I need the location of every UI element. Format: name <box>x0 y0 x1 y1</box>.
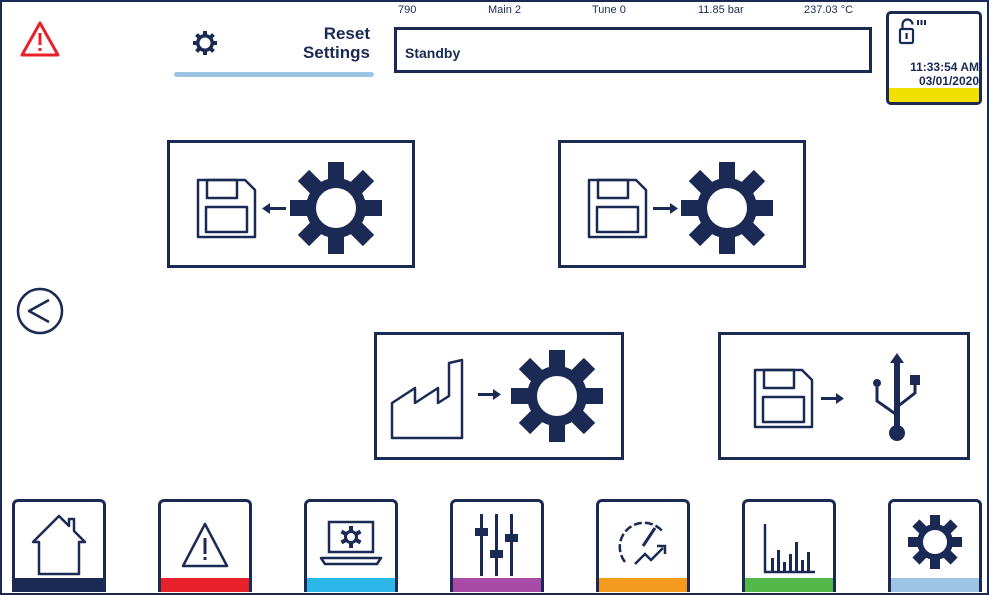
bar-chart-icon <box>763 524 815 574</box>
arrow-right-icon <box>821 393 844 404</box>
gear-icon <box>908 515 962 569</box>
status-message: Standby <box>405 45 461 61</box>
unlock-signal-icon <box>898 18 926 45</box>
status-message-box: Standby <box>394 27 872 73</box>
usb-icon <box>873 353 920 441</box>
save-settings-button[interactable] <box>558 140 806 268</box>
nav-color-stripe <box>599 578 687 592</box>
nav-color-stripe <box>15 578 103 592</box>
page-title: Reset Settings <box>174 24 374 77</box>
floppy-disk-icon <box>587 178 648 239</box>
clock-time: 11:33:54 AM <box>910 60 979 74</box>
nav-color-stripe <box>891 578 979 592</box>
nav-machine-settings-button[interactable] <box>304 499 398 592</box>
chevron-left-icon <box>27 298 50 324</box>
monitor-gear-icon <box>319 520 383 566</box>
nav-statistics-button[interactable] <box>742 499 836 592</box>
nav-alarms-button[interactable] <box>158 499 252 592</box>
title-line-1: Reset <box>323 24 370 43</box>
alarm-triangle-icon <box>181 522 229 568</box>
gear-icon <box>290 162 382 254</box>
clock-lock-panel[interactable]: 11:33:54 AM 03/01/2020 <box>886 11 982 105</box>
home-icon <box>31 514 87 576</box>
counter-value: 790 <box>398 4 417 16</box>
hmi-screen: Reset Settings 790 Main 2 Tune 0 11.85 b… <box>0 0 989 595</box>
floppy-disk-icon <box>753 368 814 429</box>
arrow-right-icon <box>478 389 501 400</box>
clock-date: 03/01/2020 <box>918 74 979 88</box>
nav-color-stripe <box>307 578 395 592</box>
tune-value: Tune 0 <box>592 4 626 16</box>
lock-status-bar <box>889 88 979 102</box>
nav-color-stripe <box>161 578 249 592</box>
arrow-left-icon <box>262 203 286 214</box>
nav-home-button[interactable] <box>12 499 106 592</box>
gauge-trend-icon <box>618 521 667 565</box>
mode-value: Main 2 <box>488 4 522 16</box>
floppy-disk-icon <box>196 178 257 239</box>
arrow-right-icon <box>653 203 678 214</box>
nav-color-stripe <box>453 578 541 592</box>
nav-settings-button[interactable] <box>888 499 982 592</box>
sliders-icon <box>475 514 518 576</box>
nav-performance-button[interactable] <box>596 499 690 592</box>
warning-triangle-icon[interactable] <box>20 20 60 58</box>
title-underline <box>174 72 374 77</box>
factory-reset-button[interactable] <box>374 332 624 460</box>
gear-icon <box>193 31 217 55</box>
gear-icon <box>511 350 603 442</box>
factory-icon <box>390 358 464 440</box>
nav-adjustments-button[interactable] <box>450 499 544 592</box>
temperature-value: 237.03 °C <box>804 4 854 16</box>
nav-color-stripe <box>745 578 833 592</box>
load-settings-button[interactable] <box>167 140 415 268</box>
export-usb-button[interactable] <box>718 332 970 460</box>
title-line-2: Settings <box>302 43 370 62</box>
gear-icon <box>681 162 773 254</box>
pressure-value: 11.85 bar <box>698 4 744 16</box>
status-strip: 790 Main 2 Tune 0 11.85 bar 237.03 °C <box>394 4 880 16</box>
back-button[interactable] <box>16 287 64 335</box>
